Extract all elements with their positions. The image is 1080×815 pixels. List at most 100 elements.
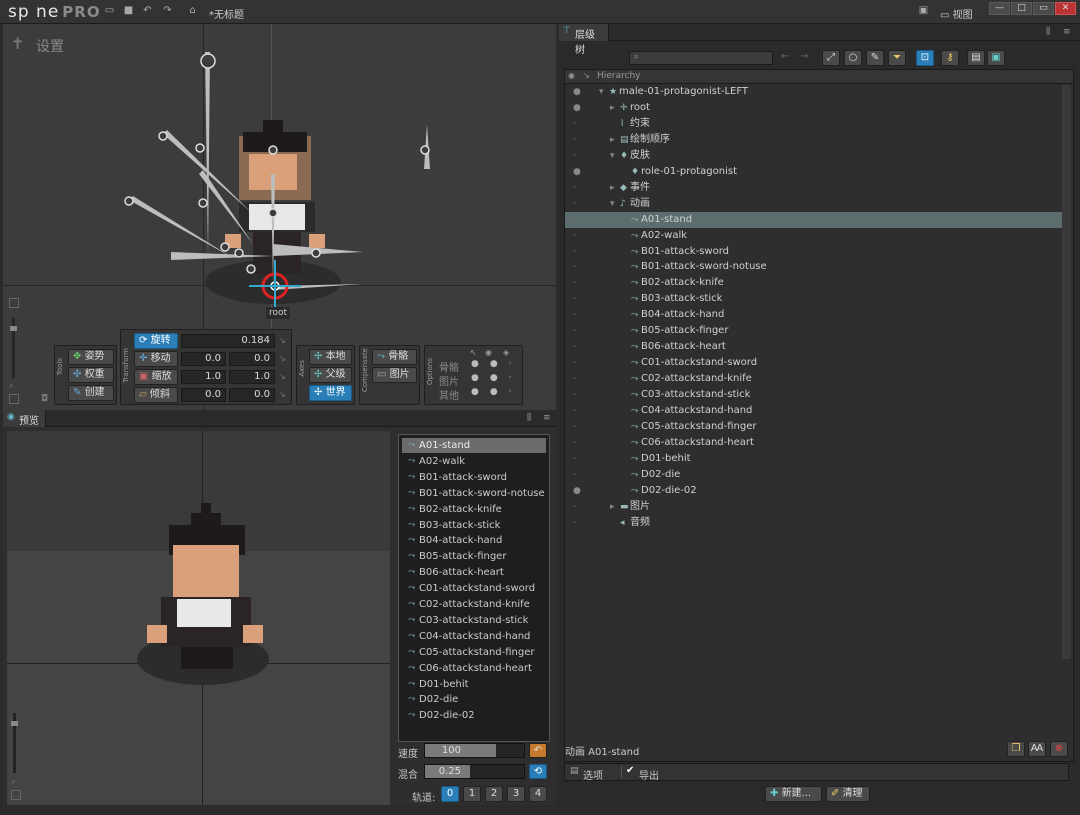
folder-icon[interactable]: ▭ xyxy=(104,6,115,16)
tree-row[interactable]: · ⤳ C04-attackstand-hand xyxy=(565,403,1065,419)
rename-button[interactable]: Ꜳ xyxy=(1028,741,1046,757)
tree-row[interactable]: · ⤳ B06-attack-heart xyxy=(565,339,1065,355)
key-rotate-icon[interactable]: ↘ xyxy=(279,336,286,345)
restore-button[interactable]: □ xyxy=(1011,2,1032,15)
animation-list-item[interactable]: ⤳ B06-attack-heart xyxy=(402,565,546,580)
scale-y-field[interactable]: 1.0 xyxy=(229,370,275,384)
expand-arrow-icon[interactable]: ▾ xyxy=(610,148,620,164)
menu-icon[interactable]: ≡ xyxy=(1063,27,1071,37)
preview-zoom-slider[interactable] xyxy=(11,713,18,773)
tree-row[interactable]: · ⤳ B03-attack-stick xyxy=(565,291,1065,307)
visibility-dot[interactable]: ● xyxy=(573,100,581,116)
options-images-toggles[interactable]: ●●· xyxy=(471,373,523,383)
animation-list-item[interactable]: ⤳ C04-attackstand-hand xyxy=(402,629,546,644)
expand-arrow-icon[interactable]: ▸ xyxy=(610,100,620,116)
visibility-dot[interactable]: · xyxy=(573,371,576,387)
scale-x-field[interactable]: 1.0 xyxy=(181,370,226,384)
preview-zoom-thumb[interactable] xyxy=(11,721,18,726)
key-shear-icon[interactable]: ↘ xyxy=(279,390,286,399)
visibility-dot[interactable]: · xyxy=(573,355,576,371)
visibility-dot[interactable]: · xyxy=(573,259,576,275)
tree-row[interactable]: · ⤳ D01-behit xyxy=(565,451,1065,467)
weights-tool-button[interactable]: ✣ 权重 xyxy=(68,367,114,383)
translate-x-field[interactable]: 0.0 xyxy=(181,352,226,366)
tree-row[interactable]: · ⤳ B05-attack-finger xyxy=(565,323,1065,339)
tree-row[interactable]: · ⤳ B01-attack-sword-notuse xyxy=(565,259,1065,275)
tree-row[interactable]: · ⤳ B04-attack-hand xyxy=(565,307,1065,323)
collapse-button[interactable]: ▤ xyxy=(967,50,985,66)
minimize-button[interactable]: — xyxy=(989,2,1010,15)
filter-attachments-button[interactable]: ✎ xyxy=(866,50,884,66)
key-scale-icon[interactable]: ↘ xyxy=(279,372,286,381)
settings-icon[interactable]: ⫼ xyxy=(1046,27,1050,37)
next-icon[interactable]: → xyxy=(800,51,808,62)
lock-icon[interactable]: ◘ xyxy=(41,394,48,404)
visibility-dot[interactable]: · xyxy=(573,435,576,451)
shear-tool-button[interactable]: ▱ 倾斜 xyxy=(134,387,178,403)
visibility-dot[interactable]: · xyxy=(573,244,576,260)
tree-row[interactable]: · ▾ ♦ 皮肤 xyxy=(565,148,1065,164)
expand-button[interactable]: ▣ xyxy=(987,50,1005,66)
tree-row[interactable]: · ▸ ▬图片 xyxy=(565,499,1065,515)
expand-arrow-icon[interactable]: ▸ xyxy=(610,180,620,196)
visibility-dot[interactable]: · xyxy=(573,403,576,419)
maximize-button[interactable]: ▭ xyxy=(1033,2,1054,15)
scale-tool-button[interactable]: ▣ 缩放 xyxy=(134,369,178,385)
visibility-dot[interactable]: · xyxy=(573,451,576,467)
animation-list-item[interactable]: ⤳ B04-attack-hand xyxy=(402,533,546,548)
preview-canvas[interactable]: ⌕ xyxy=(7,431,390,805)
tree-row[interactable]: · ⤳ C06-attackstand-heart xyxy=(565,435,1065,451)
shear-x-field[interactable]: 0.0 xyxy=(181,388,226,402)
rotate-field[interactable]: 0.184 xyxy=(181,334,275,348)
visibility-dot[interactable]: · xyxy=(573,212,576,228)
visibility-dot[interactable]: · xyxy=(573,419,576,435)
expand-arrow-icon[interactable]: ▾ xyxy=(610,196,620,212)
visibility-dot[interactable]: · xyxy=(573,180,576,196)
animation-list-item[interactable]: ⤳ B02-attack-knife xyxy=(402,502,546,517)
visibility-dot[interactable]: · xyxy=(573,323,576,339)
world-axes-button[interactable]: ✢ 世界 xyxy=(309,385,352,401)
view-menu[interactable]: ▭ 视图 xyxy=(940,6,973,21)
undo-icon[interactable]: ↶ xyxy=(142,6,153,16)
visibility-dot[interactable]: · xyxy=(573,467,576,483)
speed-slider[interactable]: 100 xyxy=(424,743,525,758)
clean-button[interactable]: ✐ 清理 xyxy=(826,786,870,802)
filter-button[interactable]: ⏷ xyxy=(888,50,906,66)
visibility-dot[interactable]: · xyxy=(573,499,576,515)
mix-slider[interactable]: 0.25 xyxy=(424,764,525,779)
translate-tool-button[interactable]: ✛ 移动 xyxy=(134,351,178,367)
tree-row[interactable]: · ▸ ◆ 事件 xyxy=(565,180,1065,196)
visibility-dot[interactable]: · xyxy=(573,196,576,212)
tree-row[interactable]: · ⤳ C02-attackstand-knife xyxy=(565,371,1065,387)
pose-tool-button[interactable]: ✥ 姿势 xyxy=(68,349,114,365)
options-others-toggles[interactable]: ●●· xyxy=(471,387,523,397)
menu-icon[interactable]: ≡ xyxy=(543,413,551,423)
layout-icon[interactable]: ▣ xyxy=(918,6,929,16)
animation-list-item[interactable]: ⤳ C03-attackstand-stick xyxy=(402,613,546,628)
tree-row[interactable]: · ⤳ C05-attackstand-finger xyxy=(565,419,1065,435)
tree-row[interactable]: · ▸ ▤绘制顺序 xyxy=(565,132,1065,148)
tree-row[interactable]: ● ▾ ★ male-01-protagonist-LEFT xyxy=(565,84,1065,100)
tree-row[interactable]: · ⤳ B02-attack-knife xyxy=(565,275,1065,291)
visibility-dot[interactable]: · xyxy=(573,116,576,132)
compensate-images-button[interactable]: ▭ 图片 xyxy=(372,367,417,383)
export-icon[interactable]: ⌂ xyxy=(187,6,198,16)
options-bones-toggles[interactable]: ●●· xyxy=(471,359,523,369)
expand-arrow-icon[interactable]: ▾ xyxy=(599,84,609,100)
animation-list-item[interactable]: ⤳ C02-attackstand-knife xyxy=(402,597,546,612)
tree-row[interactable]: · ▾ ♪ 动画 xyxy=(565,196,1065,212)
visibility-dot[interactable]: · xyxy=(573,387,576,403)
visibility-dot[interactable]: · xyxy=(573,291,576,307)
animation-list-item[interactable]: ⤳ C01-attackstand-sword xyxy=(402,581,546,596)
speed-reset-button[interactable]: ↶ xyxy=(529,743,547,758)
filter-bones-button[interactable]: ⤢ xyxy=(822,50,840,66)
shear-y-field[interactable]: 0.0 xyxy=(229,388,275,402)
visibility-dot[interactable]: ● xyxy=(573,84,581,100)
find-button[interactable]: ⚷ xyxy=(941,50,959,66)
viewport[interactable]: ✝ 设置 root ⌕ ◘ Tools ✥ 姿势 ✣ 权重 ✎ 创建 Trans… xyxy=(3,24,556,410)
translate-y-field[interactable]: 0.0 xyxy=(229,352,275,366)
tree-row[interactable]: · ⤳ B01-attack-sword xyxy=(565,244,1065,260)
tree-row[interactable]: · ◂ 音频 xyxy=(565,515,1065,531)
tree-row[interactable]: · ⤳ C03-attackstand-stick xyxy=(565,387,1065,403)
animation-list-item[interactable]: ⤳ A01-stand xyxy=(402,438,546,453)
